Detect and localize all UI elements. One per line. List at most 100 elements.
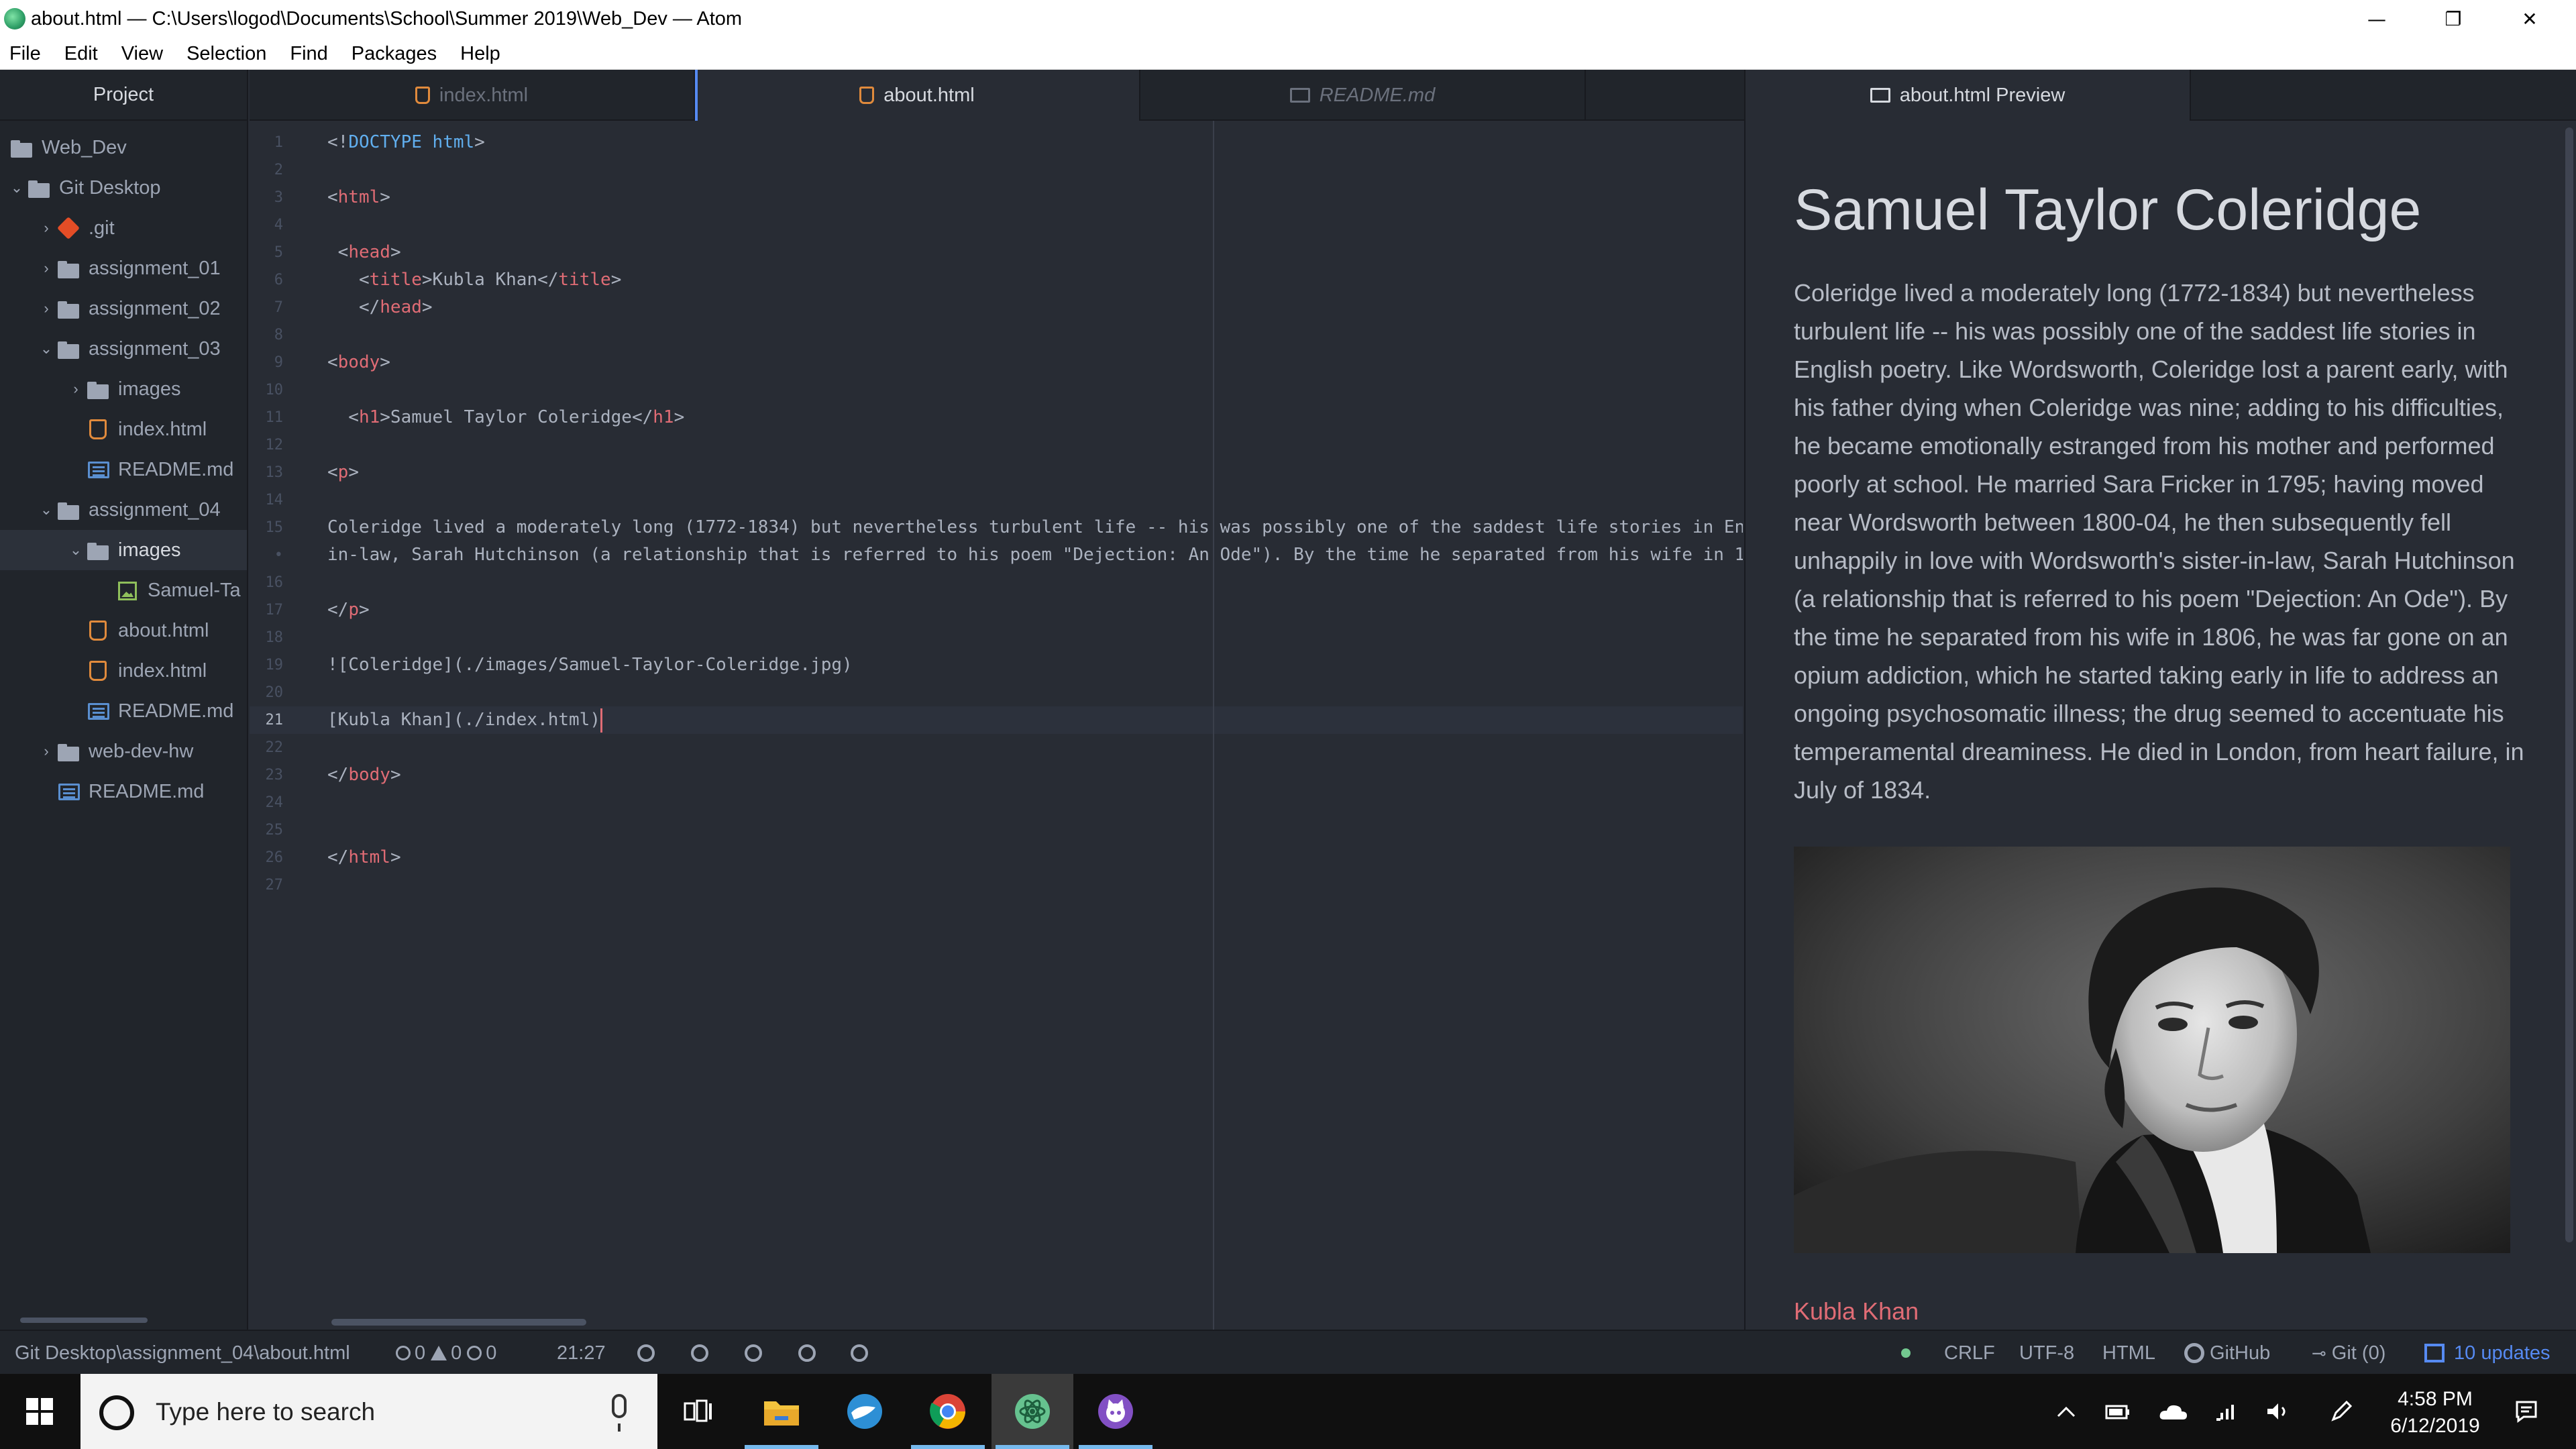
restore-button[interactable]: ❐ xyxy=(2415,0,2491,38)
tree-item[interactable]: README.md xyxy=(0,691,247,731)
code-line[interactable]: <h1>Samuel Taylor Coleridge</h1> xyxy=(327,404,684,431)
status-tool-icon-3[interactable] xyxy=(745,1331,762,1375)
menu-selection[interactable]: Selection xyxy=(186,43,266,65)
atom-app[interactable] xyxy=(991,1374,1073,1449)
kubla-khan-link[interactable]: Kubla Khan xyxy=(1794,1297,1919,1326)
tree-item[interactable]: › assignment_02 xyxy=(0,288,247,329)
tree-item[interactable]: ⌄ assignment_03 xyxy=(0,329,247,369)
close-button[interactable]: ✕ xyxy=(2491,0,2568,38)
file-encoding[interactable]: UTF-8 xyxy=(2019,1331,2074,1375)
tree-item[interactable]: ⌄ Git Desktop xyxy=(0,168,247,208)
menu-find[interactable]: Find xyxy=(290,43,327,65)
github-button[interactable]: GitHub xyxy=(2184,1331,2270,1375)
onedrive-tray-icon[interactable] xyxy=(2155,1374,2192,1449)
code-line[interactable]: [Kubla Khan](./index.html) xyxy=(327,706,600,734)
menu-edit[interactable]: Edit xyxy=(64,43,98,65)
tab-readme-md[interactable]: README.md xyxy=(1140,70,1586,121)
chevron-down-icon: ⌄ xyxy=(69,541,83,558)
code-token: < xyxy=(327,270,370,290)
editor-horizontal-scrollbar[interactable] xyxy=(331,1319,586,1326)
tree-item[interactable]: index.html xyxy=(0,651,247,691)
status-tool-icon-4[interactable] xyxy=(798,1331,816,1375)
markdown-icon xyxy=(56,782,80,802)
package-updates[interactable]: 10 updates xyxy=(2424,1331,2551,1375)
github-desktop-app[interactable] xyxy=(1075,1374,1157,1449)
tab-about-html[interactable]: about.html xyxy=(695,70,1140,121)
code-line[interactable]: ![Coleridge](./images/Samuel-Taylor-Cole… xyxy=(327,651,853,679)
task-view-button[interactable] xyxy=(657,1374,739,1449)
menu-view[interactable]: View xyxy=(121,43,163,65)
code-line[interactable]: </head> xyxy=(327,294,433,321)
chevron-right-icon: › xyxy=(44,219,49,236)
minimize-button[interactable]: — xyxy=(2339,0,2415,38)
status-tool-icon-1[interactable] xyxy=(637,1331,655,1375)
tree-item[interactable]: › .git xyxy=(0,208,247,248)
status-tool-icon-5[interactable] xyxy=(851,1331,868,1375)
code-line[interactable]: </p> xyxy=(327,596,370,624)
git-status-dot xyxy=(1901,1331,1911,1375)
taskbar-clock[interactable]: 4:58 PM 6/12/2019 xyxy=(2368,1386,2502,1440)
tree-view-header[interactable]: Project xyxy=(0,70,247,121)
tree-item[interactable]: › assignment_01 xyxy=(0,248,247,288)
status-tool-icon-2[interactable] xyxy=(691,1331,708,1375)
tree-item[interactable]: index.html xyxy=(0,409,247,449)
tree-item[interactable]: README.md xyxy=(0,449,247,490)
menu-packages[interactable]: Packages xyxy=(352,43,437,65)
git-button[interactable]: ⊸ Git (0) xyxy=(2312,1331,2385,1375)
code-line[interactable]: <title>Kubla Khan</title> xyxy=(327,266,621,294)
tree-item-label: index.html xyxy=(118,659,207,682)
code-line[interactable]: <head> xyxy=(327,239,401,266)
menu-help[interactable]: Help xyxy=(460,43,500,65)
line-number: 25 xyxy=(265,822,284,839)
file-path[interactable]: Git Desktop\assignment_04\about.html xyxy=(15,1331,350,1375)
chrome-app[interactable] xyxy=(907,1374,989,1449)
menu-file[interactable]: File xyxy=(9,43,41,65)
grammar-selector[interactable]: HTML xyxy=(2102,1331,2155,1375)
tab-index-html[interactable]: index.html xyxy=(250,70,695,121)
code-line[interactable]: </html> xyxy=(327,844,401,871)
tree-item[interactable]: about.html xyxy=(0,610,247,651)
folder-icon xyxy=(56,299,80,319)
volume-tray-icon[interactable] xyxy=(2261,1374,2296,1449)
code-line[interactable]: Coleridge lived a moderately long (1772-… xyxy=(327,514,1743,541)
tab-about-html-preview[interactable]: about.html Preview xyxy=(1746,70,2191,121)
file-explorer-app[interactable] xyxy=(741,1374,822,1449)
html5-icon xyxy=(86,661,110,681)
code-line[interactable]: <body> xyxy=(327,349,390,376)
windows-taskbar: Type here to search 4:58 PM 6/12/2019 xyxy=(0,1374,2576,1449)
tree-item[interactable]: Web_Dev xyxy=(0,127,247,168)
action-center-button[interactable] xyxy=(2506,1374,2546,1449)
tree-item[interactable]: ⌄ assignment_04 xyxy=(0,490,247,530)
code-line[interactable]: in-law, Sarah Hutchinson (a relationship… xyxy=(327,541,1743,569)
tree-item[interactable]: Samuel-Ta xyxy=(0,570,247,610)
wrap-guide xyxy=(1213,121,1214,1330)
network-tray-icon[interactable] xyxy=(2210,1374,2245,1449)
chevron-right-icon: › xyxy=(44,743,49,759)
code-token: > xyxy=(421,297,433,317)
git-icon xyxy=(56,217,80,239)
show-hidden-icons-button[interactable] xyxy=(2049,1374,2084,1449)
tree-item[interactable]: ⌄ images xyxy=(0,530,247,570)
mail-app[interactable] xyxy=(824,1374,906,1449)
code-line[interactable]: <!DOCTYPE html> xyxy=(327,129,485,156)
code-line[interactable]: <p> xyxy=(327,459,359,486)
line-ending[interactable]: CRLF xyxy=(1944,1331,1995,1375)
tree-item[interactable]: › web-dev-hw xyxy=(0,731,247,771)
code-line[interactable]: <html> xyxy=(327,184,390,211)
code-token: >Kubla Khan</ xyxy=(421,270,559,290)
microphone-icon[interactable] xyxy=(612,1394,627,1432)
taskbar-search-box[interactable]: Type here to search xyxy=(80,1374,657,1449)
preview-vertical-scrollbar[interactable] xyxy=(2565,127,2573,1242)
code-line[interactable]: </body> xyxy=(327,761,401,789)
tree-item[interactable]: › images xyxy=(0,369,247,409)
start-button[interactable] xyxy=(0,1374,79,1449)
folder-icon xyxy=(764,1401,799,1426)
tree-horizontal-scrollbar[interactable] xyxy=(20,1318,148,1323)
linter-counts[interactable]: 0 0 0 xyxy=(396,1331,496,1375)
battery-tray-icon[interactable] xyxy=(2100,1374,2135,1449)
tree-item[interactable]: README.md xyxy=(0,771,247,812)
code-token: > xyxy=(390,242,401,262)
pen-tray-icon[interactable] xyxy=(2324,1374,2359,1449)
code-editor[interactable]: 1 2 3 4 5 6 7 8 9 10 11 12 13 14 15 • 16 17 18 19 20 21 22 23 24… xyxy=(250,121,1743,1330)
cursor-position[interactable]: 21:27 xyxy=(557,1331,606,1375)
